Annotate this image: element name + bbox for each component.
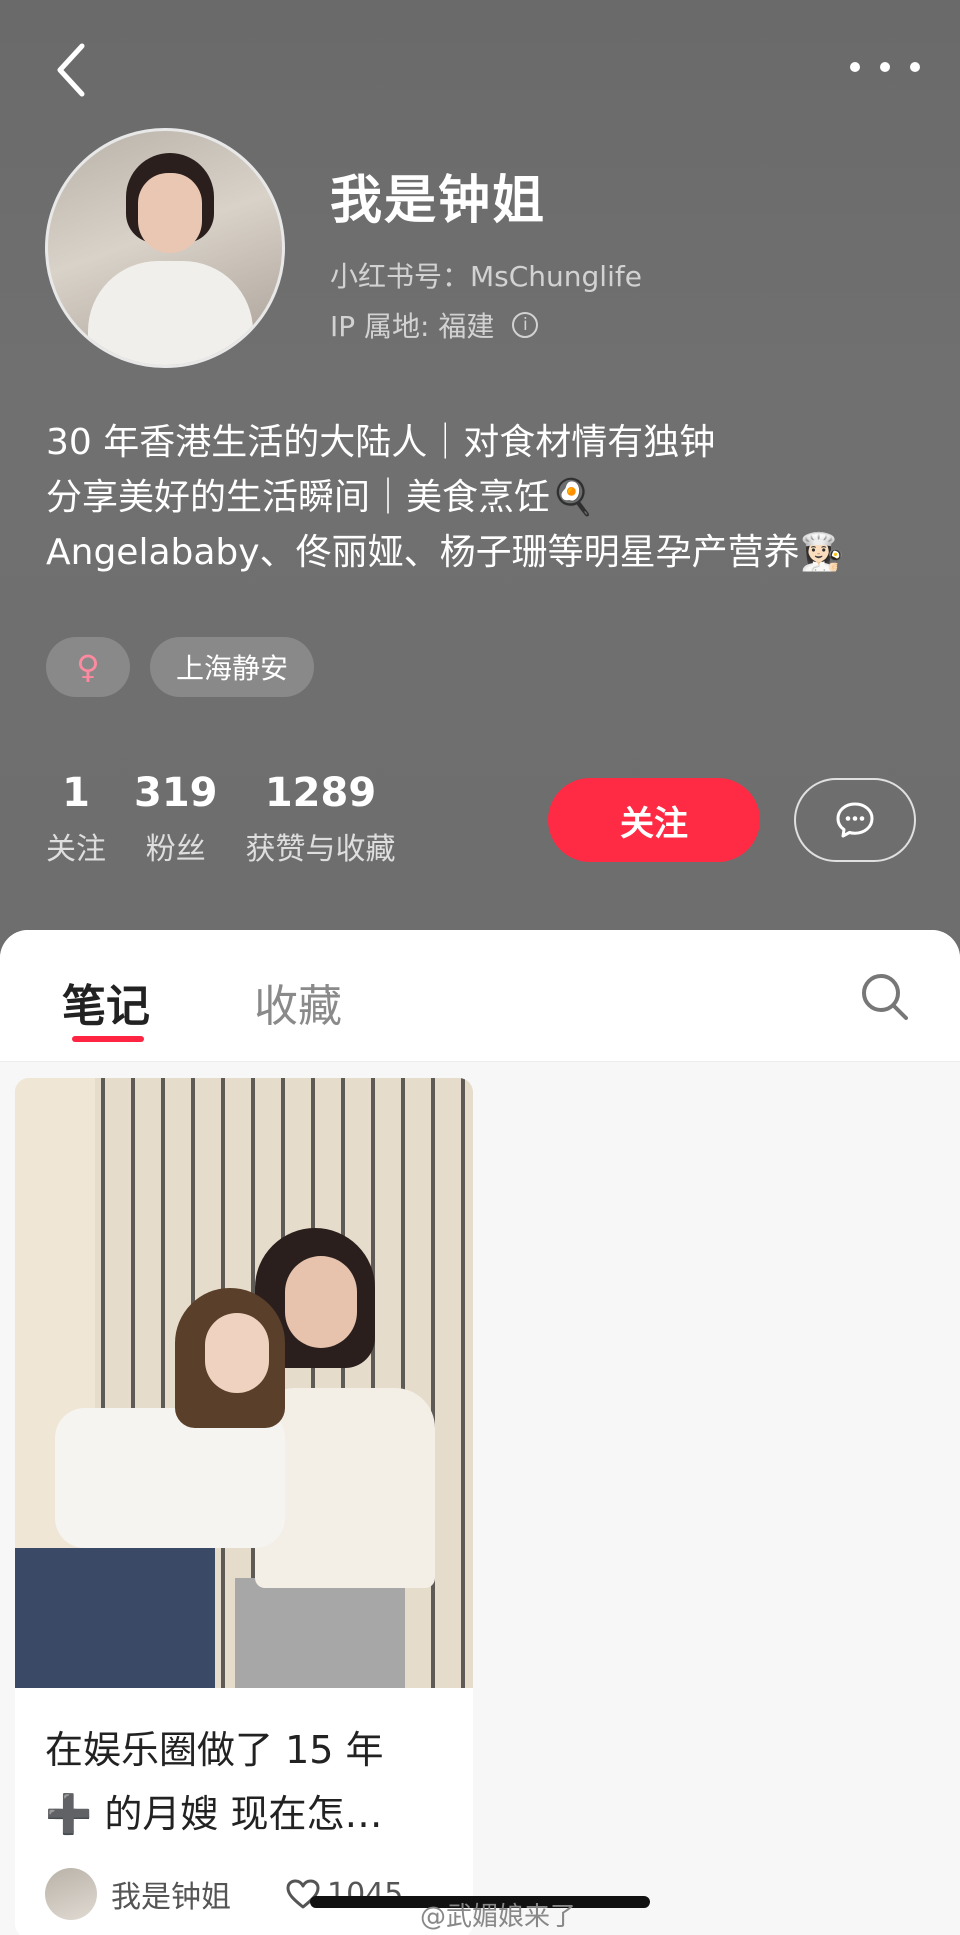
active-tab-indicator <box>72 1036 144 1042</box>
dot-icon <box>910 62 920 72</box>
profile-name: 我是钟姐 <box>330 171 547 231</box>
message-button[interactable] <box>794 778 916 862</box>
chat-bubble-icon <box>836 802 874 838</box>
profile-content: 笔记 收藏 在娱乐圈做了 15 年 ➕ 的月嫂 现在怎… 我是钟姐 1045 <box>0 930 960 1935</box>
profile-header: 我是钟姐 小红书号：MsChunglife IP 属地: 福建 i 30 年香港… <box>0 0 960 960</box>
info-icon[interactable]: i <box>512 312 539 338</box>
tab-bar: 笔记 收藏 <box>0 930 960 1062</box>
stat-followers[interactable]: 319 粉丝 <box>134 770 218 868</box>
note-author[interactable]: 我是钟姐 <box>111 1872 231 1916</box>
location-tag: 上海静安 <box>150 637 315 697</box>
chevron-left-icon <box>57 43 85 97</box>
dot-icon <box>850 62 860 72</box>
bio-line: 30 年香港生活的大陆人｜对食材情有独钟 <box>46 422 716 463</box>
dot-icon <box>880 62 890 72</box>
stat-likes[interactable]: 1289 获赞与收藏 <box>246 770 396 868</box>
ip-location: IP 属地: 福建 i <box>330 305 539 345</box>
bio-line: 分享美好的生活瞬间｜美食烹饪🍳 <box>46 477 595 518</box>
follow-button[interactable]: 关注 <box>548 778 760 862</box>
author-avatar[interactable] <box>45 1868 97 1920</box>
stat-label: 粉丝 <box>145 832 206 867</box>
account-id: 小红书号：MsChunglife <box>330 260 642 293</box>
stat-number: 1 <box>62 770 90 816</box>
search-icon <box>862 974 908 1020</box>
watermark: @武媚娘来了 <box>420 1902 577 1932</box>
avatar[interactable] <box>45 128 285 368</box>
stat-following[interactable]: 1 关注 <box>46 770 106 868</box>
stat-label: 获赞与收藏 <box>245 832 396 867</box>
stat-number: 1289 <box>264 770 377 816</box>
profile-stats: 1 关注 319 粉丝 1289 获赞与收藏 <box>46 770 396 868</box>
note-title[interactable]: 在娱乐圈做了 15 年 ➕ 的月嫂 现在怎… <box>45 1718 445 1846</box>
note-cover-image[interactable] <box>15 1078 473 1688</box>
note-card[interactable]: 在娱乐圈做了 15 年 ➕ 的月嫂 现在怎… 我是钟姐 1045 <box>15 1078 473 1935</box>
search-button[interactable] <box>858 970 912 1024</box>
tab-notes[interactable]: 笔记 <box>62 970 150 1034</box>
back-button[interactable] <box>50 40 90 100</box>
stat-number: 319 <box>134 770 218 816</box>
note-title-line: ➕ 的月嫂 现在怎… <box>45 1792 383 1836</box>
more-options-button[interactable] <box>850 52 920 82</box>
profile-bio: 30 年香港生活的大陆人｜对食材情有独钟 分享美好的生活瞬间｜美食烹饪🍳 Ang… <box>46 415 926 580</box>
note-footer: 我是钟姐 1045 <box>45 1868 465 1920</box>
tab-collections[interactable]: 收藏 <box>254 970 342 1034</box>
bio-line: Angelababy、佟丽娅、杨子珊等明星孕产营养👩🏻‍🍳 <box>46 532 845 573</box>
ip-location-text: IP 属地: 福建 <box>330 310 495 343</box>
gender-tag: ♀ <box>46 637 130 697</box>
profile-tags: ♀ 上海静安 <box>46 637 315 697</box>
note-title-line: 在娱乐圈做了 15 年 <box>45 1728 384 1772</box>
stat-label: 关注 <box>46 832 106 867</box>
